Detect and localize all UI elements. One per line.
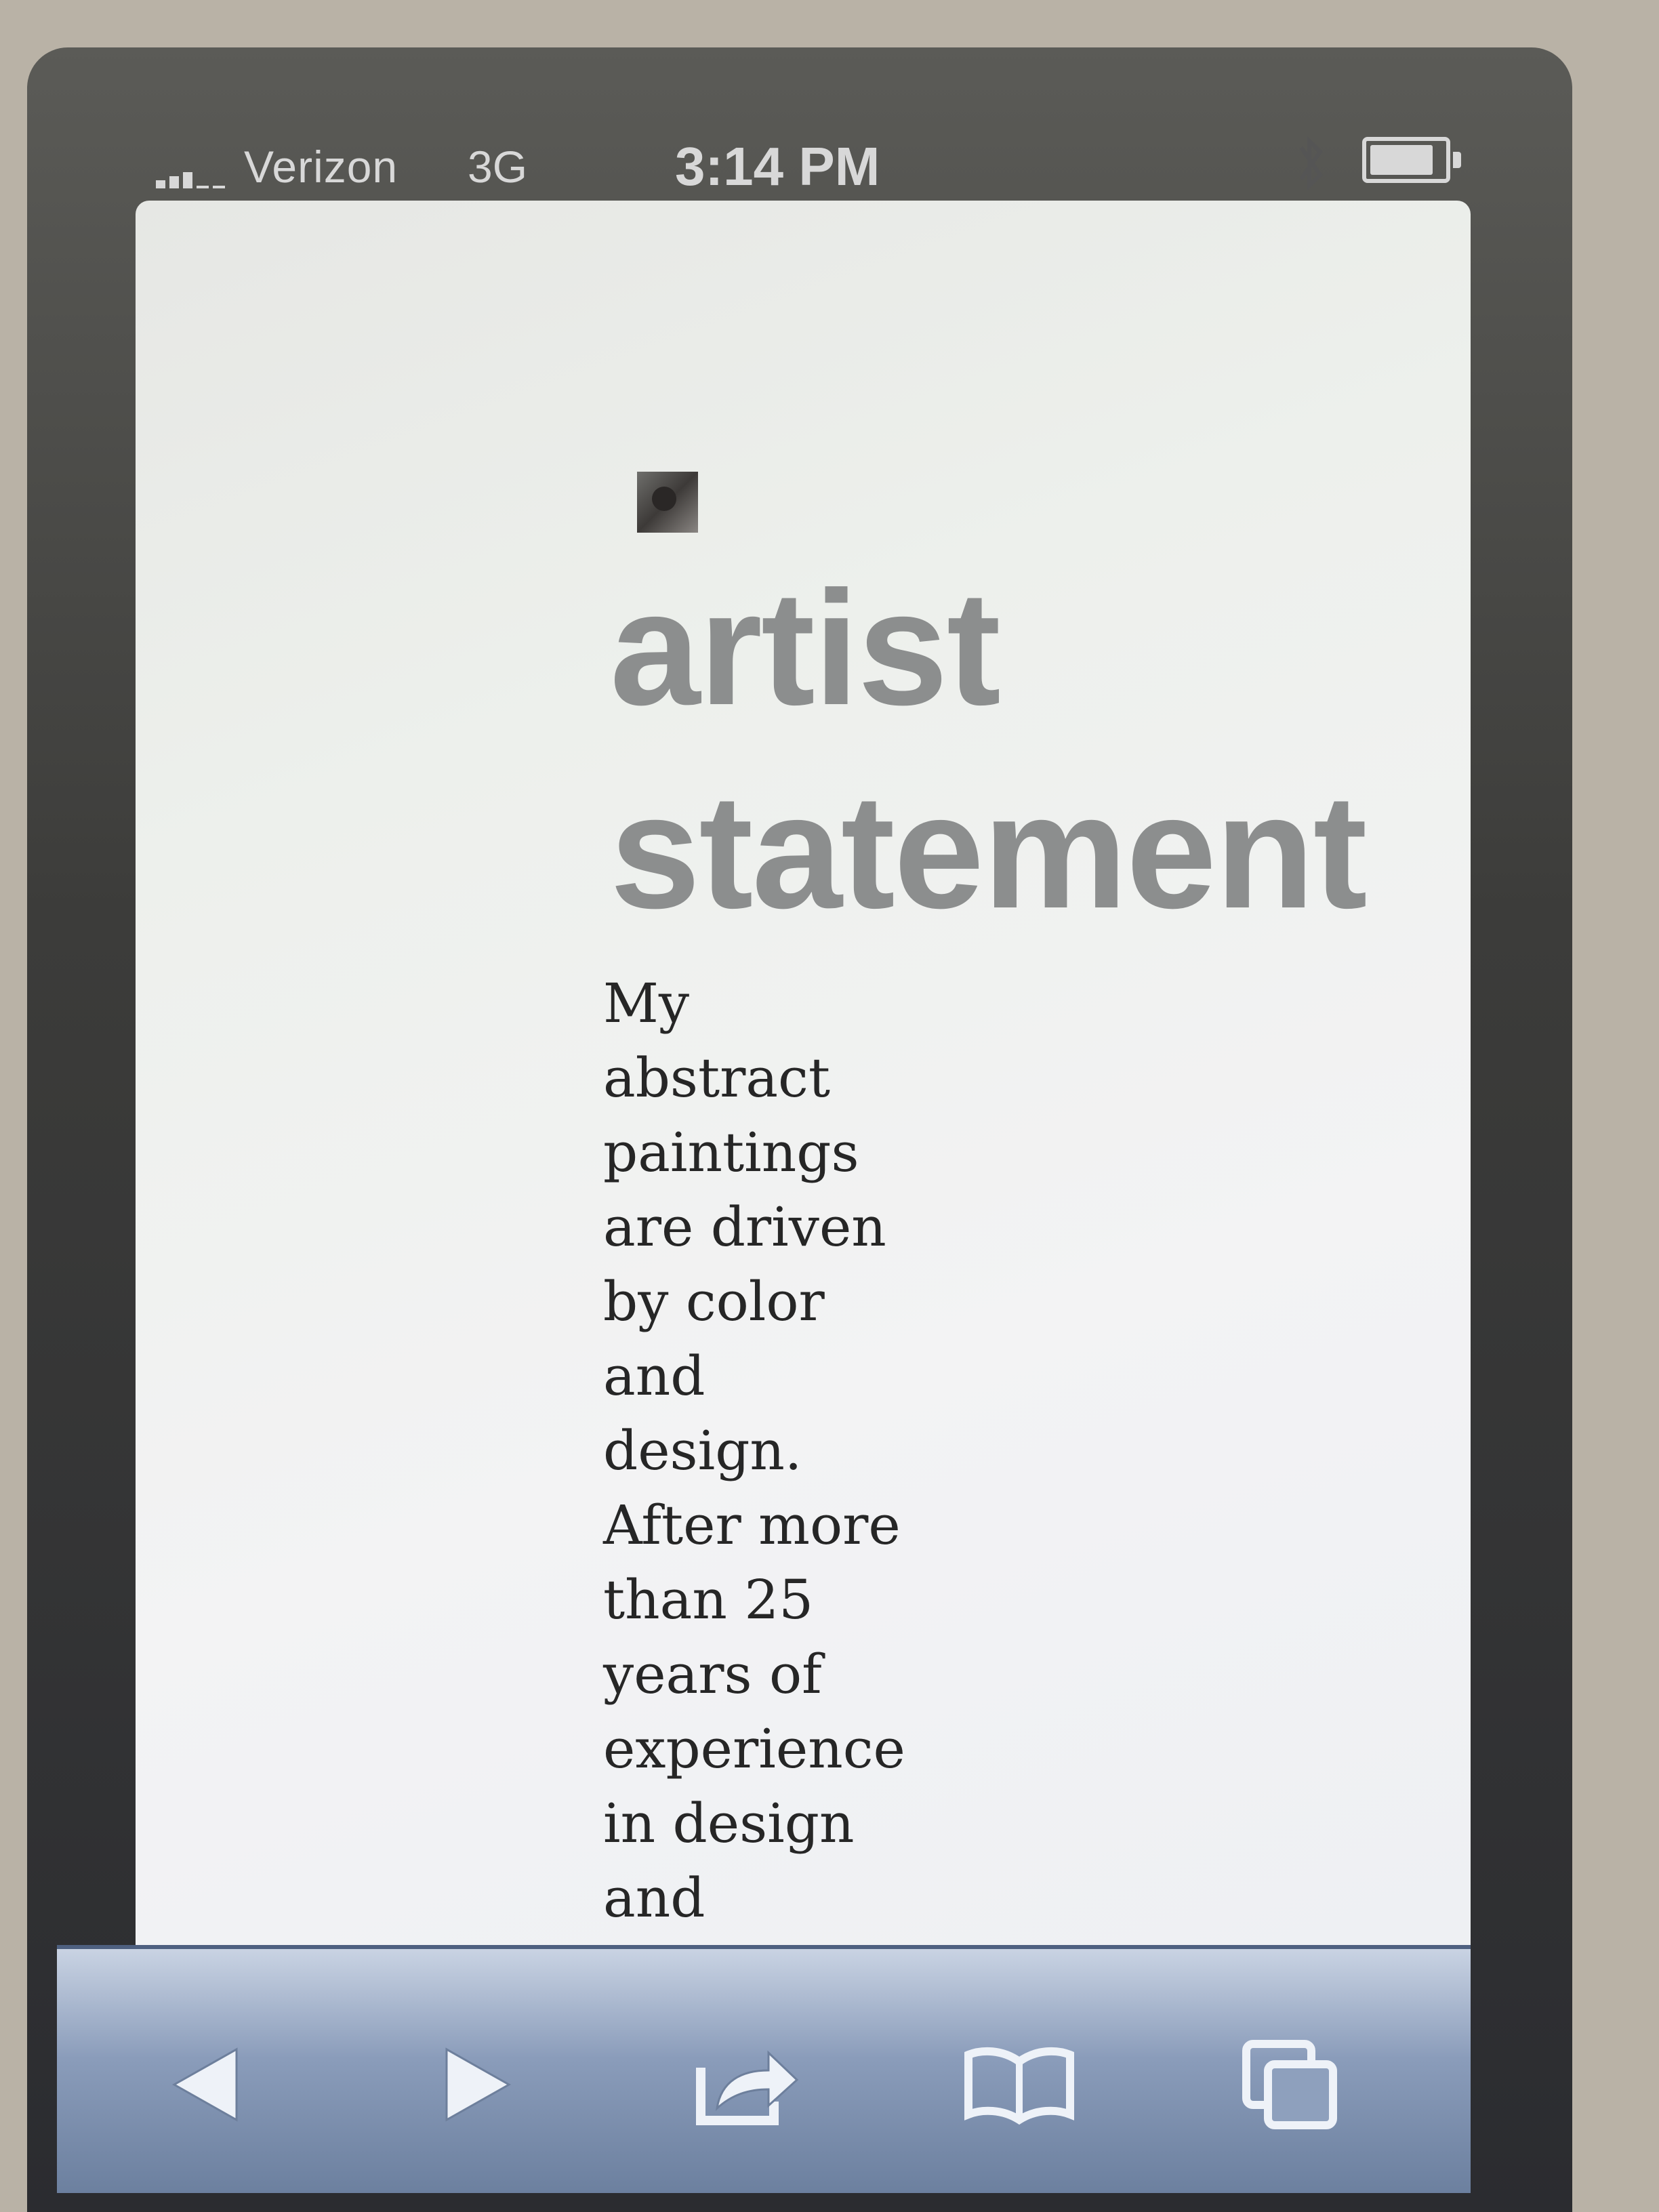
browser-viewport[interactable]: artist statement My abstract paintings a… [136,201,1471,1949]
forward-button[interactable] [416,2024,538,2146]
carrier-name: Verizon [244,142,398,192]
network-type: 3G [468,142,528,192]
text-line: by color [603,1270,825,1333]
text-line: and [603,1866,705,1929]
share-button[interactable] [687,2024,809,2146]
browser-toolbar [57,1945,1471,2193]
tabs-icon [1242,2040,1337,2129]
text-line: in design [603,1792,855,1855]
bluetooth-icon [1294,133,1335,194]
battery-icon [1362,137,1461,183]
text-line: design. [603,1419,802,1482]
forward-icon [445,2047,512,2122]
text-line: After more [603,1494,901,1557]
tabs-button[interactable] [1229,2024,1351,2146]
status-time: 3:14 PM [675,136,880,197]
page-title-line: statement [610,760,1368,942]
share-icon [696,2050,799,2125]
text-line: are driven [603,1195,886,1258]
bookmarks-button[interactable] [958,2024,1080,2146]
text-line: experience [603,1717,905,1780]
bookmarks-icon [964,2047,1074,2125]
back-button[interactable] [145,2024,267,2146]
text-line: years of [603,1643,822,1706]
text-line: My [603,972,690,1035]
statement-text: My abstract paintings are driven by colo… [603,966,915,1936]
text-line: and [603,1345,705,1408]
text-line: paintings [603,1121,859,1184]
status-bar: Verizon 3G 3:14 PM [115,108,1471,203]
avatar [637,472,698,533]
text-line: abstract [603,1046,830,1109]
text-line: than 25 [603,1568,814,1631]
back-icon [171,2047,238,2122]
page-title-line: artist [610,557,1001,739]
page-title: artist statement [610,546,1368,953]
